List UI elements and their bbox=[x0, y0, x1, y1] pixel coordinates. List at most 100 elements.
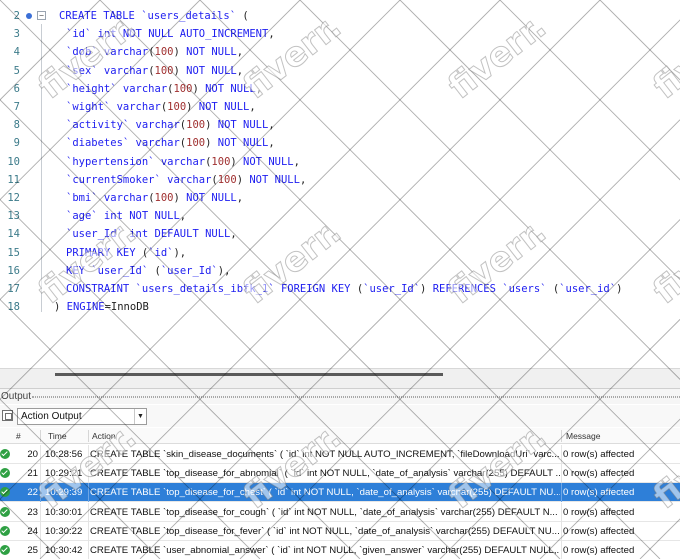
line-number: 9 bbox=[13, 137, 20, 150]
code-token: NOT NULL bbox=[192, 101, 250, 113]
code-line[interactable]: 8 `activity` varchar(100) NOT NULL, bbox=[0, 116, 680, 134]
code-text: `diabetes` varchar(100) NOT NULL, bbox=[66, 134, 275, 152]
row-message: 0 row(s) affected bbox=[563, 545, 635, 556]
line-number: 11 bbox=[7, 173, 20, 186]
row-action: CREATE TABLE `top_disease_for_chest` ( `… bbox=[90, 487, 560, 499]
column-header-message[interactable]: Message bbox=[566, 428, 601, 444]
row-message: 0 row(s) affected bbox=[563, 506, 635, 518]
code-token: 100 bbox=[154, 64, 174, 77]
line-number: 6 bbox=[13, 82, 20, 95]
row-message: 0 row(s) affected bbox=[563, 487, 635, 499]
code-token: , bbox=[236, 192, 244, 204]
line-number: 17 bbox=[7, 283, 20, 295]
code-token: , bbox=[236, 46, 244, 59]
code-line[interactable]: 13 `age` int NOT NULL, bbox=[0, 207, 680, 225]
row-number: 21 bbox=[27, 468, 38, 480]
code-line[interactable]: 7 `wight` varchar(100) NOT NULL, bbox=[0, 98, 680, 116]
column-header-num[interactable]: # bbox=[16, 428, 21, 444]
line-number: 15 bbox=[7, 246, 20, 259]
code-token: `wight` bbox=[66, 101, 111, 113]
code-token: CONSTRAINT bbox=[66, 283, 136, 295]
code-token: ) bbox=[54, 301, 67, 314]
breakpoint-dot-icon[interactable] bbox=[26, 13, 32, 19]
row-time: 10:28:56 bbox=[45, 449, 83, 460]
sql-editor[interactable]: 2− CREATE TABLE `users_details` (3 `id` in… bbox=[0, 0, 680, 368]
code-token: `currentSmoker` bbox=[66, 173, 161, 186]
code-line[interactable]: 16 KEY `user_Id` (`user_Id`), bbox=[0, 262, 680, 280]
code-line[interactable]: 3 `id` int NOT NULL AUTO_INCREMENT, bbox=[0, 25, 680, 43]
action-output-grid: # Time Action Message 20 10:28:56 CREATE T… bbox=[0, 428, 680, 559]
code-token: `users` bbox=[502, 283, 547, 295]
code-token: varchar bbox=[97, 46, 149, 59]
code-token: `users_details` bbox=[141, 10, 237, 22]
row-action: CREATE TABLE `user_abnomial_answer` ( `i… bbox=[90, 545, 560, 556]
code-token: , bbox=[179, 210, 187, 223]
table-row[interactable]: 25 10:30:42 CREATE TABLE `user_abnomial_an… bbox=[0, 541, 680, 559]
code-token: `height` bbox=[66, 82, 117, 95]
line-number: 4 bbox=[13, 46, 20, 59]
code-line[interactable]: 12 `bmi` varchar(100) NOT NULL, bbox=[0, 189, 680, 207]
code-text: `dob` varchar(100) NOT NULL, bbox=[66, 43, 243, 61]
row-message: 0 row(s) affected bbox=[563, 449, 635, 460]
code-line[interactable]: 6 `height` varchar(100) NOT NULL, bbox=[0, 80, 680, 98]
code-line[interactable]: 11 `currentSmoker` varchar(100) NOT NULL, bbox=[0, 171, 680, 189]
code-text: `wight` varchar(100) NOT NULL, bbox=[66, 98, 256, 116]
code-token: NOT NULL bbox=[236, 155, 294, 168]
chevron-down-icon[interactable]: ▼ bbox=[134, 409, 146, 424]
output-type-select[interactable]: Action Output ▼ bbox=[17, 408, 147, 425]
code-line[interactable]: 10 `hypertension` varchar(100) NOT NULL, bbox=[0, 153, 680, 171]
row-time: 10:29:39 bbox=[45, 487, 83, 499]
editor-horizontal-scrollbar[interactable] bbox=[0, 368, 680, 388]
code-text: `sex` varchar(100) NOT NULL, bbox=[66, 62, 243, 80]
code-token: NOT NULL bbox=[243, 173, 300, 186]
code-token: varchar bbox=[97, 64, 149, 77]
column-header-action[interactable]: Action bbox=[92, 428, 116, 444]
table-row[interactable]: 23 10:30:01 CREATE TABLE `top_disease_for_… bbox=[0, 502, 680, 522]
code-token: `sex` bbox=[66, 64, 98, 77]
column-header-time[interactable]: Time bbox=[48, 428, 67, 444]
code-line[interactable]: 17 CONSTRAINT `users_details_ibfk_1` FORE… bbox=[0, 280, 680, 298]
fold-toggle-icon[interactable]: − bbox=[37, 11, 46, 20]
code-line[interactable]: 14 `user_Id` int DEFAULT NULL, bbox=[0, 225, 680, 243]
line-number: 3 bbox=[13, 28, 20, 41]
code-token: int NOT NULL AUTO_INCREMENT bbox=[91, 28, 269, 41]
code-token: 100 bbox=[167, 101, 187, 113]
success-check-icon bbox=[0, 506, 10, 517]
line-number: 7 bbox=[13, 101, 20, 113]
success-check-icon bbox=[0, 525, 10, 536]
code-text: `age` int NOT NULL, bbox=[66, 207, 186, 225]
code-token: `user_Id` bbox=[160, 264, 218, 277]
line-number: 8 bbox=[13, 119, 20, 132]
code-line[interactable]: 9 `diabetes` varchar(100) NOT NULL, bbox=[0, 134, 680, 152]
table-row[interactable]: 24 10:30:22 CREATE TABLE `top_disease_for_… bbox=[0, 521, 680, 541]
code-token: , bbox=[249, 101, 256, 113]
code-token: varchar bbox=[116, 82, 168, 95]
table-row[interactable]: 22 10:29:39 CREATE TABLE `top_disease_for_… bbox=[0, 483, 680, 503]
code-line[interactable]: 4 `dob` varchar(100) NOT NULL, bbox=[0, 43, 680, 61]
line-number: 10 bbox=[7, 155, 20, 168]
row-number: 25 bbox=[27, 545, 38, 556]
code-token: ENGINE bbox=[66, 301, 105, 314]
copy-icon[interactable] bbox=[2, 410, 13, 421]
code-line[interactable]: 2 − CREATE TABLE `users_details` ( bbox=[0, 7, 680, 25]
output-panel-title: Output bbox=[0, 388, 680, 404]
panel-grip[interactable] bbox=[32, 396, 680, 398]
code-text: CONSTRAINT `users_details_ibfk_1` FOREIG… bbox=[66, 280, 622, 298]
line-number: 2 bbox=[13, 10, 20, 22]
output-type-value: Action Output bbox=[21, 411, 82, 422]
code-line[interactable]: 18) ENGINE=InnoDB bbox=[0, 298, 680, 316]
code-token: 100 bbox=[211, 155, 231, 168]
code-token: varchar bbox=[97, 192, 149, 204]
table-row[interactable]: 21 10:29:21 CREATE TABLE `top_disease_for_… bbox=[0, 464, 680, 484]
code-token: `bmi` bbox=[66, 192, 98, 204]
row-number: 24 bbox=[27, 525, 38, 537]
code-line[interactable]: 15 PRIMARY KEY (`id`), bbox=[0, 244, 680, 262]
row-number: 20 bbox=[27, 449, 38, 460]
line-number: 14 bbox=[7, 228, 20, 241]
scrollbar-thumb[interactable] bbox=[55, 373, 443, 376]
code-token: `id` bbox=[148, 246, 174, 259]
row-action: CREATE TABLE `skin_disease_documents` ( … bbox=[90, 449, 560, 460]
row-time: 10:30:01 bbox=[45, 506, 83, 518]
table-row[interactable]: 20 10:28:56 CREATE TABLE `skin_disease_doc… bbox=[0, 445, 680, 464]
code-line[interactable]: 5 `sex` varchar(100) NOT NULL, bbox=[0, 62, 680, 80]
